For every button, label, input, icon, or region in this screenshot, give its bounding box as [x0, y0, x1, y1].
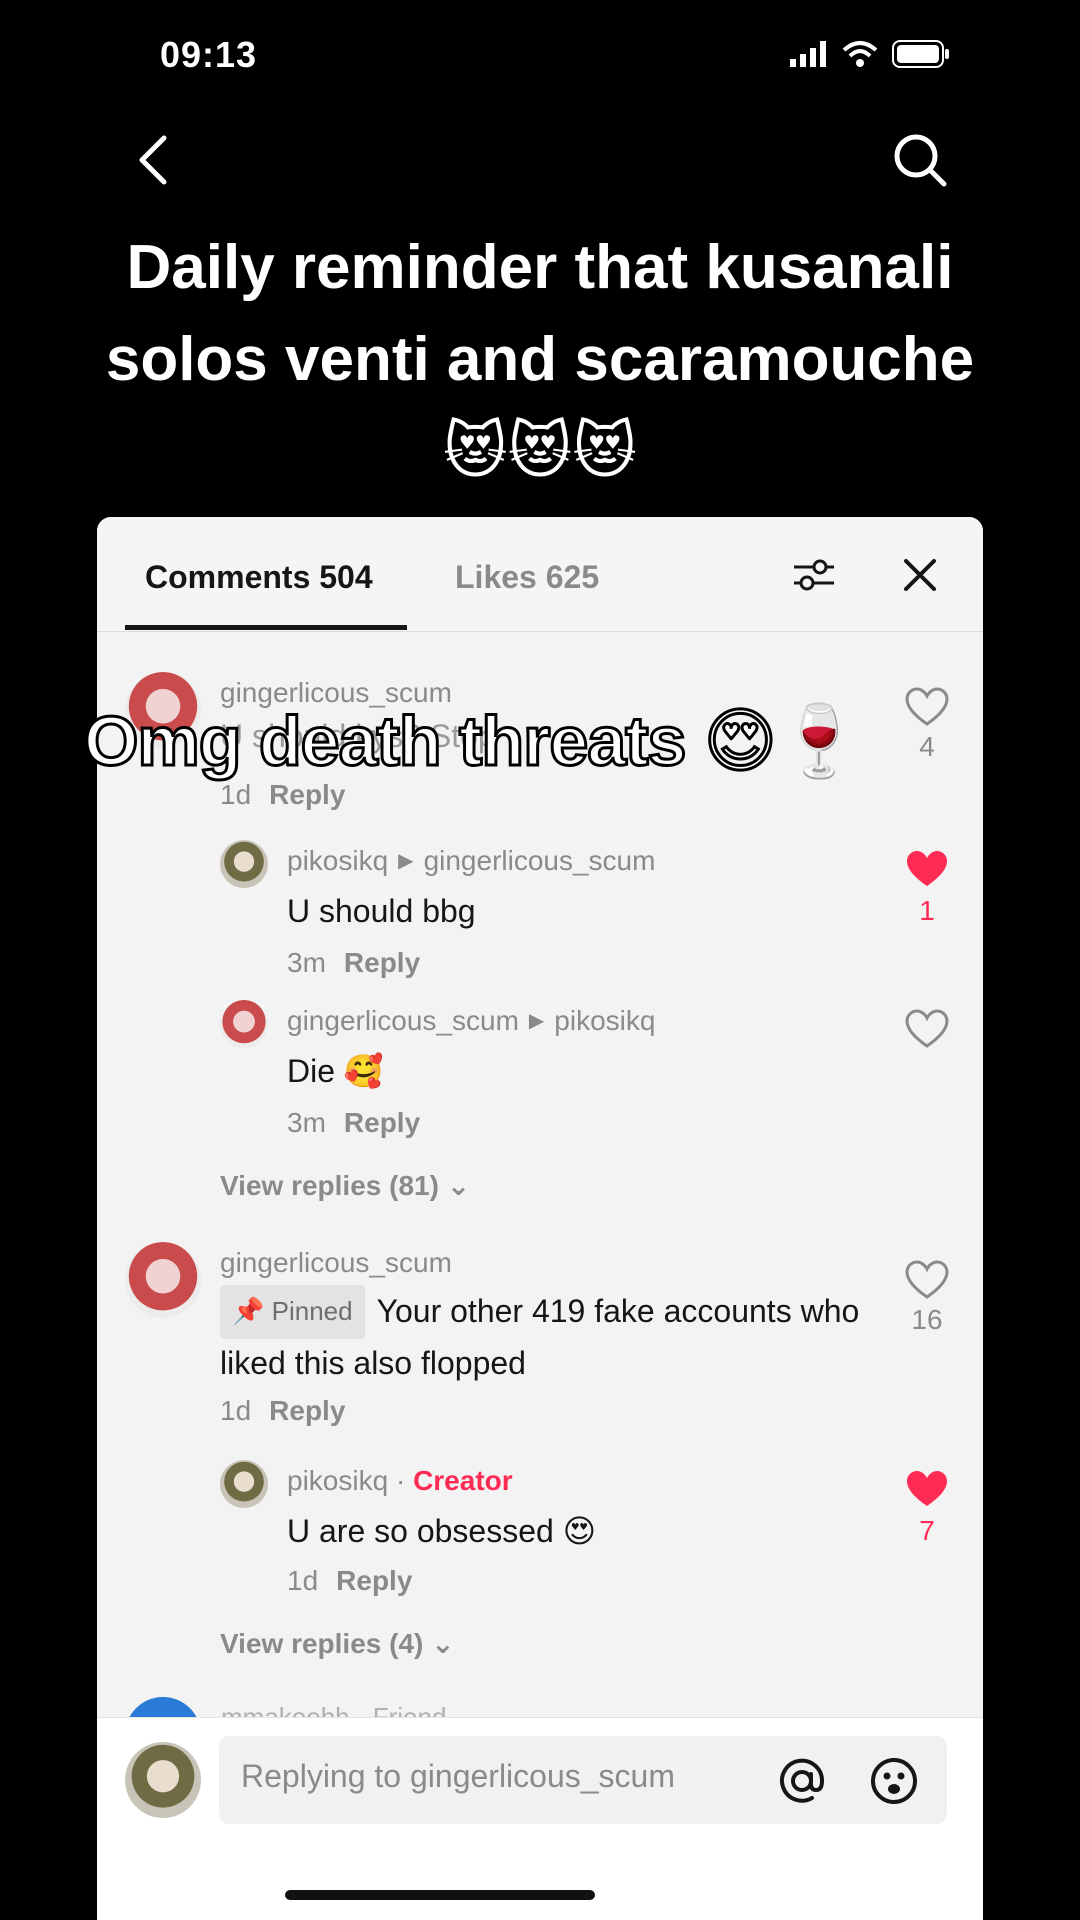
- reply-button[interactable]: Reply: [336, 1565, 412, 1596]
- comment-meta: 3m Reply: [287, 1107, 420, 1139]
- chevron-down-icon: ⌄: [431, 1628, 455, 1659]
- reply-input[interactable]: Replying to gingerlicous_scum: [219, 1736, 947, 1824]
- comment-username[interactable]: pikosikq: [287, 845, 388, 876]
- active-tab-indicator: [125, 625, 407, 630]
- comment-meta: 1d Reply: [220, 1395, 345, 1427]
- comment-meta: 1d Reply: [220, 779, 345, 811]
- reply-arrow-icon: ▶: [398, 850, 414, 872]
- status-icons: [790, 40, 950, 68]
- heart-icon[interactable]: [905, 1260, 949, 1300]
- like-count: 7: [919, 1515, 935, 1546]
- heart-icon[interactable]: [905, 687, 949, 727]
- comment-username[interactable]: pikosikq: [287, 1465, 388, 1496]
- avatar: [125, 1742, 201, 1818]
- avatar[interactable]: [125, 1242, 201, 1318]
- reply-arrow-icon: ▶: [528, 1010, 545, 1032]
- heart-filled-icon[interactable]: [905, 1469, 949, 1509]
- comment-time: 1d: [220, 779, 252, 810]
- filter-icon[interactable]: [792, 557, 836, 593]
- comment-time: 1d: [287, 1565, 319, 1596]
- avatar[interactable]: [220, 840, 268, 888]
- comment-username[interactable]: gingerlicous_scum: [287, 1005, 519, 1036]
- reply-username-line: gingerlicous_scum ▶ pikosikq: [287, 1005, 655, 1037]
- reply-username-line: pikosikq ▶ gingerlicous_scum: [287, 845, 655, 877]
- comment-text: Die 🥰: [287, 1053, 384, 1089]
- top-navigation: [0, 120, 1080, 200]
- video-caption-overlay: Omg death threats 😍🍷: [82, 701, 864, 782]
- avatar[interactable]: [220, 1460, 268, 1508]
- video-headline: Daily reminder that kusanali solos venti…: [105, 233, 975, 486]
- like-count: 4: [919, 731, 935, 762]
- search-icon[interactable]: [890, 130, 950, 190]
- comments-tabs: Comments 504 Likes 625: [97, 517, 983, 632]
- comment-text: U are so obsessed 😍: [287, 1513, 597, 1549]
- close-icon[interactable]: [902, 557, 938, 593]
- reply-button[interactable]: Reply: [269, 1395, 345, 1426]
- comment-text-block: 📌 Pinned Your other 419 fake accounts who…: [220, 1285, 860, 1387]
- emoji-icon[interactable]: [869, 1756, 919, 1806]
- battery-icon: [892, 40, 949, 68]
- home-indicator: [285, 1890, 595, 1900]
- replied-to-username[interactable]: pikosikq: [554, 1005, 655, 1036]
- comment-meta: 1d Reply: [287, 1565, 412, 1597]
- view-replies-button[interactable]: View replies (81) ⌄: [220, 1169, 470, 1202]
- pinned-label: Pinned: [271, 1296, 353, 1326]
- signal-icon: [790, 41, 826, 67]
- reply-button[interactable]: Reply: [344, 947, 420, 978]
- replied-to-username[interactable]: gingerlicous_scum: [424, 845, 656, 876]
- mention-icon[interactable]: [777, 1756, 827, 1806]
- avatar[interactable]: [220, 1000, 268, 1048]
- comment-meta: 3m Reply: [287, 947, 420, 979]
- chevron-down-icon: ⌄: [446, 1170, 471, 1201]
- status-time: 09:13: [160, 34, 258, 75]
- reply-button[interactable]: Reply: [269, 779, 345, 810]
- reply-username-line: pikosikq · Creator: [287, 1465, 513, 1496]
- heart-filled-icon[interactable]: [905, 849, 949, 889]
- like-count: 16: [911, 1304, 943, 1335]
- comment-time: 3m: [287, 1107, 326, 1138]
- pinned-badge: 📌 Pinned: [220, 1285, 365, 1339]
- back-icon[interactable]: [130, 130, 180, 190]
- comment-time: 3m: [287, 947, 326, 978]
- view-replies-button[interactable]: View replies (4) ⌄: [220, 1627, 455, 1660]
- wifi-icon: [842, 41, 878, 67]
- comment-username[interactable]: gingerlicous_scum: [220, 1247, 452, 1279]
- heart-icon[interactable]: [905, 1009, 949, 1049]
- like-count: 1: [919, 895, 935, 926]
- view-replies-label: View replies (81): [220, 1170, 439, 1201]
- comment-text: U should bbg: [287, 893, 476, 929]
- reply-button[interactable]: Reply: [344, 1107, 420, 1138]
- view-replies-label: View replies (4): [220, 1628, 424, 1659]
- reply-input-placeholder: Replying to gingerlicous_scum: [241, 1758, 675, 1794]
- creator-badge: Creator: [413, 1465, 513, 1496]
- status-bar: 09:13: [0, 0, 1080, 110]
- tab-likes[interactable]: Likes 625: [455, 559, 599, 596]
- comment-time: 1d: [220, 1395, 252, 1426]
- tab-comments[interactable]: Comments 504: [145, 559, 373, 596]
